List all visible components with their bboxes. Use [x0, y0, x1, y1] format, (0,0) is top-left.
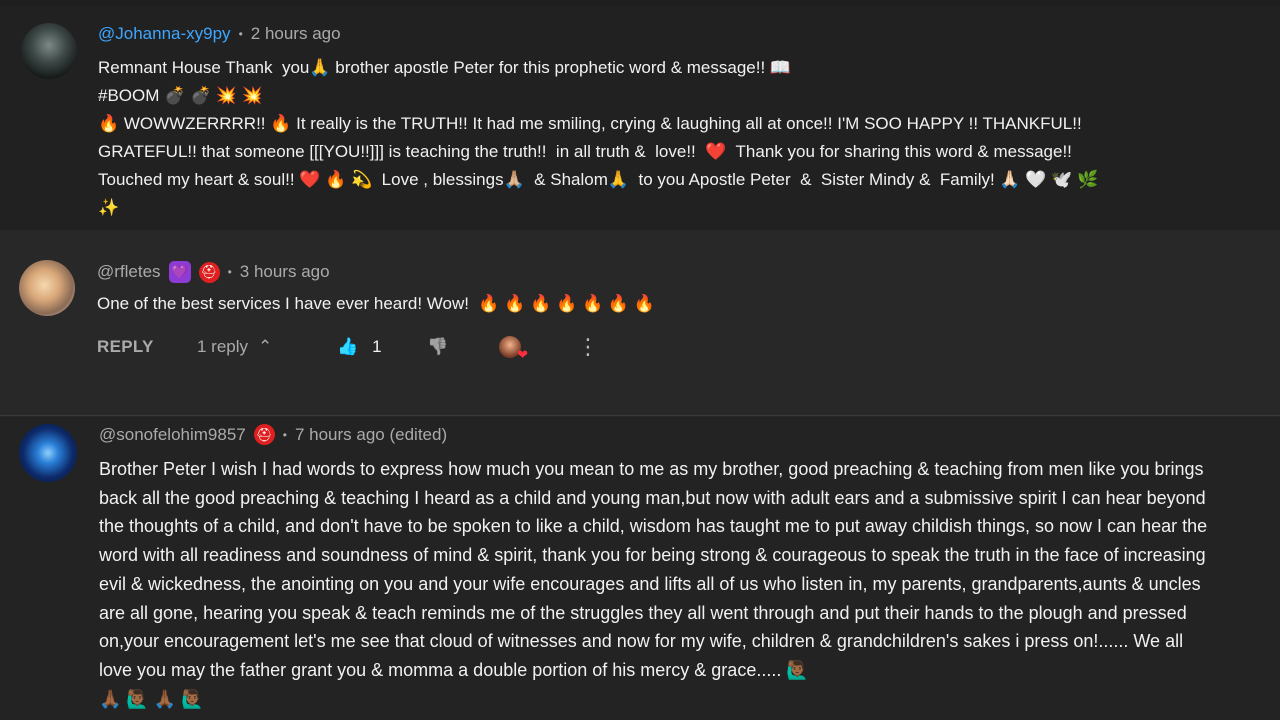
like-button[interactable]: 👍 1 — [337, 333, 382, 361]
timestamp[interactable]: 7 hours ago (edited) — [295, 425, 447, 445]
thumbs-down-icon: 👎 — [427, 337, 449, 356]
comment-actions: REPLY 1 reply ⌃ 👍 1 👎 ❤ ⋮ — [97, 333, 617, 362]
comment-1: @Johanna-xy9py • 2 hours ago Remnant Hou… — [0, 6, 1280, 230]
timestamp[interactable]: 3 hours ago — [240, 262, 330, 282]
more-options-icon[interactable]: ⋮ — [577, 333, 599, 361]
reply-button[interactable]: REPLY — [97, 333, 154, 361]
like-count: 1 — [372, 337, 382, 356]
separator-dot: • — [238, 27, 243, 41]
chevron-up-icon: ⌃ — [258, 337, 273, 356]
comment-text: Brother Peter I wish I had words to expr… — [99, 459, 1208, 709]
comment-text: Remnant House Thank you🙏 brother apostle… — [98, 58, 1099, 217]
avatar[interactable] — [21, 23, 77, 79]
first-aid-badge-icon: ⛑ — [253, 424, 275, 445]
creator-avatar: ❤ — [499, 336, 528, 362]
thumbs-up-icon: 👍 — [337, 337, 359, 356]
heart-badge-icon: 💜 — [168, 261, 191, 283]
comment-header: @Johanna-xy9py • 2 hours ago — [98, 24, 341, 44]
timestamp[interactable]: 2 hours ago — [251, 24, 341, 44]
author-name[interactable]: @Johanna-xy9py — [98, 24, 231, 44]
creator-heart: ❤ — [499, 333, 528, 362]
comment-header: @sonofelohim9857 ⛑ • 7 hours ago (edited… — [99, 424, 447, 445]
comment-header: @rfletes 💜 ⛑ • 3 hours ago — [97, 261, 330, 283]
author-name[interactable]: @sonofelohim9857 — [99, 425, 246, 445]
comment-3: @sonofelohim9857 ⛑ • 7 hours ago (edited… — [0, 417, 1280, 720]
replies-toggle[interactable]: 1 reply ⌃ — [197, 333, 272, 361]
author-name[interactable]: @rfletes — [97, 262, 161, 282]
avatar[interactable] — [19, 424, 77, 482]
dislike-button[interactable]: 👎 — [427, 333, 448, 361]
comment-text: One of the best services I have ever hea… — [97, 294, 655, 313]
avatar[interactable] — [19, 260, 75, 316]
separator-dot: • — [282, 427, 287, 442]
heart-icon: ❤ — [517, 347, 528, 362]
replies-count-label: 1 reply — [197, 337, 249, 356]
separator-dot: • — [227, 265, 232, 279]
comment-2: @rfletes 💜 ⛑ • 3 hours ago One of the be… — [0, 230, 1280, 416]
first-aid-badge-icon: ⛑ — [198, 261, 220, 283]
